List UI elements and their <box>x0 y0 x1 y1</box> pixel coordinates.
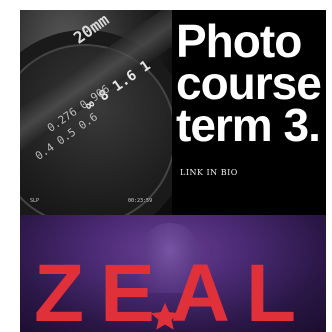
camera-lens-photo: 20mm ∞ 8 1.6 1 0.276 0.906 0.4 0.5 0.6 S… <box>20 10 172 215</box>
star-icon <box>150 302 180 330</box>
top-panel: 20mm ∞ 8 1.6 1 0.276 0.906 0.4 0.5 0.6 S… <box>20 10 326 215</box>
headline-line-2: course <box>176 57 322 109</box>
headline-line-3: term 3. <box>176 99 321 151</box>
link-in-bio-label[interactable]: LINK IN BIO <box>180 168 238 177</box>
headline: Photo course term 3. <box>176 15 326 151</box>
post-card[interactable]: 20mm ∞ 8 1.6 1 0.276 0.906 0.4 0.5 0.6 S… <box>20 10 326 332</box>
headline-line-1: Photo <box>176 15 302 67</box>
camera-timecode: 00:23:59 <box>128 198 153 204</box>
zeal-banner-image: ZEAL <box>20 215 326 332</box>
camera-mode-label: SLP <box>30 198 40 204</box>
